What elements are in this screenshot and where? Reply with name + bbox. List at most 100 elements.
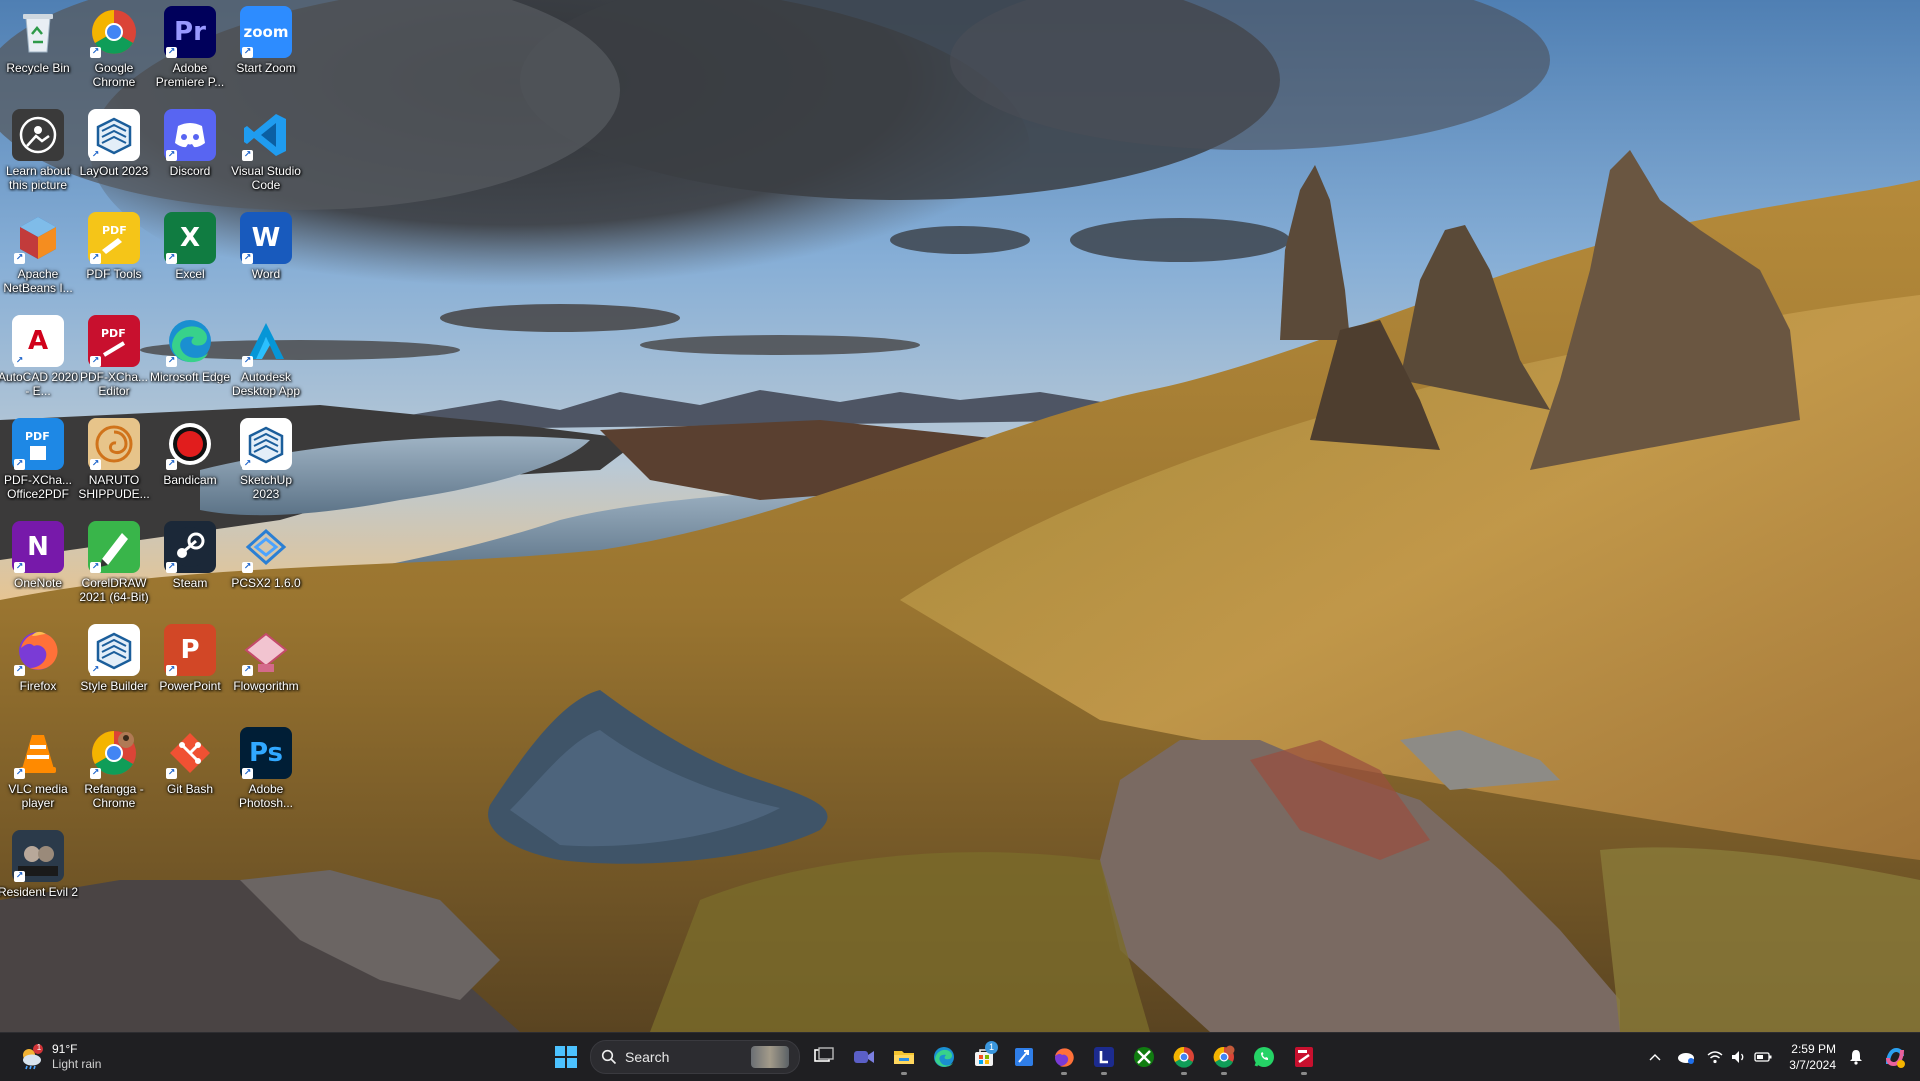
- desktop-icon-firefox[interactable]: ↗ Firefox: [0, 618, 76, 718]
- desktop-icon-resident-evil[interactable]: ↗ Resident Evil 2: [0, 824, 78, 924]
- shortcut-arrow-icon: ↗: [14, 459, 25, 470]
- desktop-icon-style-builder[interactable]: ↗ Style Builder: [76, 618, 152, 718]
- desktop-icon-netbeans[interactable]: ↗ Apache NetBeans I...: [0, 206, 76, 306]
- taskbar-button-meet[interactable]: [844, 1038, 884, 1076]
- desktop-icon-label: Autodesk Desktop App: [231, 370, 301, 398]
- start-button[interactable]: [546, 1038, 586, 1076]
- copilot-icon: [1886, 1048, 1905, 1068]
- onedrive-tray-button[interactable]: [1675, 1046, 1697, 1068]
- desktop-icon-layout[interactable]: ↗ LayOut 2023: [76, 103, 152, 203]
- desktop-icon-pdf-xchange-editor[interactable]: PDF ↗ PDF-XCha... Editor: [76, 309, 152, 409]
- sketchup-icon: ↗: [240, 418, 292, 470]
- desktop-icon-pdf-tools[interactable]: PDF ↗ PDF Tools: [76, 206, 152, 306]
- desktop-icon-label: Visual Studio Code: [231, 164, 301, 192]
- notifications-button[interactable]: [1845, 1046, 1867, 1068]
- desktop-icon-vscode[interactable]: ↗ Visual Studio Code: [228, 103, 304, 203]
- wifi-icon: [1707, 1051, 1723, 1064]
- network-button[interactable]: [1704, 1046, 1726, 1068]
- shortcut-arrow-icon: ↗: [14, 768, 25, 779]
- desktop-icon-chrome-profile[interactable]: ↗ Refangga - Chrome: [76, 721, 152, 821]
- desktop-icon-word[interactable]: W ↗ Word: [228, 206, 304, 306]
- desktop-icon-discord[interactable]: ↗ Discord: [152, 103, 228, 203]
- taskbar-search-box[interactable]: Search: [590, 1040, 800, 1074]
- task-view-icon: [814, 1047, 834, 1062]
- desktop-icon-coreldraw[interactable]: ↗ CorelDRAW 2021 (64-Bit): [76, 515, 152, 615]
- clock-time: 2:59 PM: [1791, 1042, 1836, 1056]
- desktop-icon-powerpoint[interactable]: P ↗ PowerPoint: [152, 618, 228, 718]
- desktop-icon-flowgorithm[interactable]: ↗ Flowgorithm: [228, 618, 304, 718]
- desktop-icon-zoom[interactable]: zoom ↗ Start Zoom: [228, 0, 304, 100]
- desktop-icon-label: Recycle Bin: [6, 61, 70, 75]
- desktop-icon-label: PDF-XCha... Editor: [79, 370, 148, 398]
- volume-button[interactable]: [1728, 1046, 1750, 1068]
- desktop-icon-label: Learn about this picture: [5, 164, 71, 192]
- desktop-icon-label: Discord: [169, 164, 211, 178]
- desktop-icon-premiere[interactable]: Pr ↗ Adobe Premiere P...: [152, 0, 228, 100]
- shortcut-arrow-icon: ↗: [242, 562, 253, 573]
- clock-button[interactable]: 2:59 PM 3/7/2024: [1789, 1041, 1836, 1073]
- netbeans-icon: ↗: [12, 212, 64, 264]
- taskbar-button-chrome-profile[interactable]: [1204, 1038, 1244, 1076]
- desktop-icon-label: NARUTO SHIPPUDE...: [78, 473, 150, 501]
- battery-icon: [1754, 1052, 1772, 1062]
- shortcut-arrow-icon: ↗: [90, 768, 101, 779]
- svg-text:PDF: PDF: [25, 430, 50, 443]
- desktop-icon-git-bash[interactable]: ↗ Git Bash: [152, 721, 228, 821]
- desktop-icon-vlc[interactable]: ↗ VLC media player: [0, 721, 76, 821]
- excel-icon: X ↗: [164, 212, 216, 264]
- vlc-icon: ↗: [12, 727, 64, 779]
- shortcut-arrow-icon: ↗: [90, 356, 101, 367]
- desktop-icon-label: Flowgorithm: [233, 679, 299, 693]
- vscode-icon: ↗: [240, 109, 292, 161]
- photoshop-icon: Ps ↗: [240, 727, 292, 779]
- resident-evil-icon: ↗: [12, 830, 64, 882]
- desktop-icon-autocad[interactable]: A ↗ AutoCAD 2020 - E...: [0, 309, 78, 409]
- git-bash-icon: ↗: [164, 727, 216, 779]
- taskbar-button-firefox[interactable]: [1044, 1038, 1084, 1076]
- desktop-icon-steam[interactable]: ↗ Steam: [152, 515, 228, 615]
- layout-icon: ↗: [88, 109, 140, 161]
- taskbar-button-file-explorer[interactable]: [884, 1038, 924, 1076]
- desktop-icon-autodesk[interactable]: ↗ Autodesk Desktop App: [228, 309, 304, 409]
- firefox-icon: [1055, 1048, 1074, 1067]
- shortcut-arrow-icon: ↗: [242, 150, 253, 161]
- desktop-icon-grid: Recycle Bin ↗ Google Chrome Pr ↗ Adobe Premie…: [0, 0, 310, 1032]
- taskbar-button-app-shortcut[interactable]: [1004, 1038, 1044, 1076]
- pdf-xchange-icon: [1295, 1047, 1313, 1067]
- desktop-icon-pcsx2[interactable]: ↗ PCSX2 1.6.0: [228, 515, 304, 615]
- desktop-icon-label: Word: [251, 267, 281, 281]
- bandicam-icon: ↗: [164, 418, 216, 470]
- shortcut-arrow-icon: ↗: [14, 562, 25, 573]
- pcsx2-icon: ↗: [240, 521, 292, 573]
- desktop-icon-edge[interactable]: ↗ Microsoft Edge: [150, 309, 230, 409]
- shortcut-arrow-icon: ↗: [166, 768, 177, 779]
- svg-text:PDF: PDF: [102, 224, 127, 237]
- taskbar-button-microsoft-store[interactable]: 1: [964, 1038, 1004, 1076]
- copilot-button[interactable]: [1882, 1044, 1908, 1070]
- firefox-icon: ↗: [12, 624, 64, 676]
- shortcut-arrow-icon: ↗: [242, 768, 253, 779]
- desktop-icon-photoshop[interactable]: Ps ↗ Adobe Photosh...: [228, 721, 304, 821]
- weather-widget[interactable]: 1 91°F Light rain: [18, 1040, 101, 1074]
- desktop-icon-pdf-xchange-office2pdf[interactable]: PDF ↗ PDF-XCha... Office2PDF: [0, 412, 76, 512]
- desktop-icon-recycle-bin[interactable]: Recycle Bin: [0, 0, 76, 100]
- desktop-icon-onenote[interactable]: N ↗ OneNote: [0, 515, 76, 615]
- desktop-icon-naruto[interactable]: ↗ NARUTO SHIPPUDE...: [76, 412, 152, 512]
- taskbar-button-l-app[interactable]: [1084, 1038, 1124, 1076]
- desktop-icon-bandicam[interactable]: ↗ Bandicam: [152, 412, 228, 512]
- show-hidden-icons-button[interactable]: [1644, 1046, 1666, 1068]
- taskbar-button-pdf-xchange[interactable]: [1284, 1038, 1324, 1076]
- battery-button[interactable]: [1752, 1046, 1774, 1068]
- premiere-icon: Pr ↗: [164, 6, 216, 58]
- desktop-icon-chrome[interactable]: ↗ Google Chrome: [76, 0, 152, 100]
- taskbar-button-chrome[interactable]: [1164, 1038, 1204, 1076]
- taskbar-button-xbox[interactable]: [1124, 1038, 1164, 1076]
- learn-picture-icon: [12, 109, 64, 161]
- desktop-icon-excel[interactable]: X ↗ Excel: [152, 206, 228, 306]
- taskbar-button-task-view[interactable]: [804, 1038, 844, 1076]
- desktop-icon-sketchup[interactable]: ↗ SketchUp 2023: [228, 412, 304, 512]
- desktop-icon-learn-picture[interactable]: Learn about this picture: [0, 103, 76, 203]
- taskbar-button-edge[interactable]: [924, 1038, 964, 1076]
- taskbar-button-whatsapp[interactable]: [1244, 1038, 1284, 1076]
- shortcut-arrow-icon: ↗: [242, 459, 253, 470]
